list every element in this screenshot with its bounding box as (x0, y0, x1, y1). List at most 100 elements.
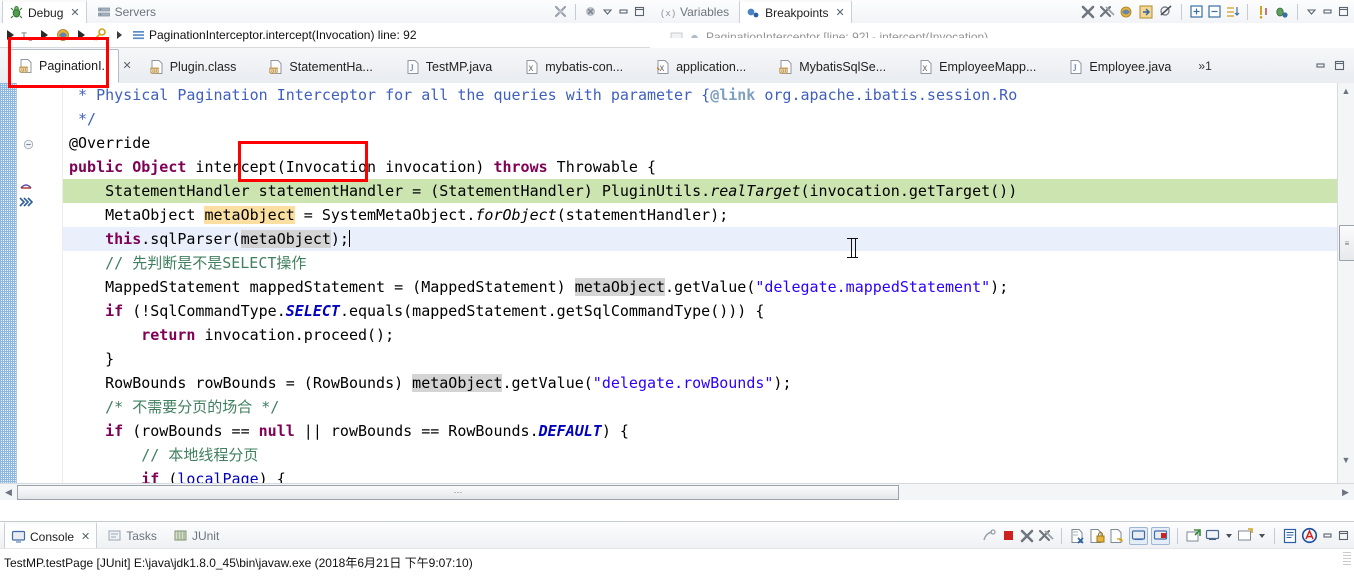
code-line[interactable]: MappedStatement mappedStatement = (Mappe… (63, 275, 1337, 299)
code-line[interactable]: * Physical Pagination Interceptor for al… (63, 83, 1337, 107)
view-tab-tasks[interactable]: Tasks (101, 523, 163, 549)
code-line[interactable]: @Override (63, 131, 1337, 155)
editor-tab-application[interactable]: X application... (646, 51, 755, 83)
console-resize-grip[interactable] (1343, 551, 1351, 565)
editor-tab-mybatissqlsession[interactable]: 010 MybatisSqlSe... (769, 51, 895, 83)
folding-collapse-icon[interactable] (23, 139, 34, 150)
editor-tab-employeemapper[interactable]: X EmployeeMapp... (909, 51, 1045, 83)
expand-all-icon[interactable] (1189, 4, 1204, 19)
code-line[interactable]: this.sqlParser(metaObject); (63, 227, 1337, 251)
view-tab-console[interactable]: Console ✕ (4, 521, 98, 550)
editor-tab-mybatis-config[interactable]: X mybatis-con... (515, 51, 632, 83)
view-tab-servers[interactable]: Servers (91, 1, 162, 23)
scroll-up-arrow-icon[interactable]: ▲ (1338, 83, 1354, 99)
pin-console-icon[interactable] (1151, 526, 1170, 545)
close-icon[interactable]: ✕ (123, 59, 132, 72)
text-caret (348, 230, 350, 247)
show-console-on-output-icon[interactable] (1129, 526, 1148, 545)
debug-stack-frame-row[interactable]: Tu PaginationInterceptor.intercept(Invoc… (0, 23, 654, 48)
scroll-left-arrow-icon[interactable]: ◀ (0, 485, 17, 500)
open-console-icon[interactable] (1185, 528, 1202, 544)
ansi-console-icon[interactable] (1301, 527, 1318, 544)
editor-gutter[interactable] (17, 83, 63, 484)
maximize-icon[interactable] (1337, 5, 1350, 18)
mouse-ibeam-cursor-bottom (847, 257, 858, 258)
close-icon[interactable]: ✕ (81, 530, 90, 543)
editor-tab-paginationinterceptor[interactable]: 010 PaginationI.. (8, 49, 119, 83)
minimize-icon[interactable] (1314, 59, 1327, 72)
add-java-exception-icon[interactable] (1255, 4, 1270, 20)
java-file-icon: J (1068, 59, 1084, 75)
console-output[interactable]: TestMP.testPage [JUnit] E:\java\jdk1.8.0… (0, 548, 1354, 581)
view-tab-breakpoints[interactable]: Breakpoints ✕ (739, 0, 852, 24)
view-tab-junit[interactable]: JUnit (167, 523, 225, 549)
code-line[interactable]: StatementHandler statementHandler = (Sta… (63, 179, 1337, 203)
toolbar-separator (1181, 3, 1182, 20)
editor-horizontal-scrollbar[interactable]: ◀ ⋯ ▶ (0, 483, 1354, 500)
close-icon[interactable]: ✕ (70, 6, 79, 19)
maximize-icon[interactable] (1337, 529, 1350, 542)
annotation-overview-ruler[interactable] (0, 83, 17, 484)
show-source-icon[interactable] (1282, 528, 1298, 544)
svg-text:J: J (410, 63, 414, 73)
editor-tab-overflow-chevron[interactable]: »1 (1192, 59, 1217, 73)
minimize-icon[interactable] (1321, 5, 1334, 18)
disconnect-icon[interactable] (553, 4, 568, 19)
expand-arrow-icon[interactable] (114, 27, 125, 43)
mouse-ibeam-cursor-top (847, 238, 858, 239)
code-text-area[interactable]: * Physical Pagination Interceptor for al… (63, 83, 1337, 484)
display-selected-console-menu-icon[interactable] (1224, 529, 1234, 542)
editor-horizontal-scroll-thumb[interactable]: ⋯ (17, 484, 899, 500)
scroll-right-arrow-icon[interactable]: ▶ (1337, 485, 1354, 500)
word-wrap-icon[interactable] (1109, 528, 1126, 544)
editor-vertical-scroll-thumb[interactable]: ≡ (1339, 225, 1354, 261)
working-set-icon[interactable] (1273, 4, 1290, 20)
code-line[interactable]: return invocation.proceed(); (63, 323, 1337, 347)
close-icon[interactable]: ✕ (836, 6, 845, 19)
clear-console-icon[interactable] (1069, 528, 1086, 544)
java-file-icon: J (405, 59, 421, 75)
view-tab-variables[interactable]: (x)= Variables (654, 1, 735, 23)
code-line[interactable]: */ (63, 107, 1337, 131)
editor-vertical-scrollbar[interactable]: ▲ ≡ ▼ (1337, 83, 1354, 484)
scroll-lock-icon[interactable] (1089, 528, 1106, 544)
minimize-icon[interactable] (1321, 529, 1334, 542)
code-line[interactable]: public Object intercept(Invocation invoc… (63, 155, 1337, 179)
code-line[interactable]: if (!SqlCommandType.SELECT.equals(mapped… (63, 299, 1337, 323)
code-line[interactable]: // 本地线程分页 (63, 443, 1337, 467)
new-console-view-icon[interactable] (1237, 528, 1254, 543)
code-line[interactable]: RowBounds rowBounds = (RowBounds) metaOb… (63, 371, 1337, 395)
editor-tab-testmp-java[interactable]: J TestMP.java (396, 51, 501, 83)
remove-breakpoint-icon[interactable] (1080, 4, 1096, 20)
code-line[interactable]: if (localPage) { (63, 467, 1337, 484)
view-tab-debug[interactable]: Debug ✕ (2, 0, 87, 24)
code-line[interactable]: } (63, 347, 1337, 371)
code-line[interactable]: // 先判断是不是SELECT操作 (63, 251, 1337, 275)
collapse-all-icon[interactable] (1207, 4, 1222, 19)
code-line[interactable]: if (rowBounds == null || rowBounds == Ro… (63, 419, 1337, 443)
code-editor[interactable]: * Physical Pagination Interceptor for al… (0, 83, 1354, 500)
editor-tab-plugin-class[interactable]: 010 Plugin.class (140, 51, 246, 83)
code-line[interactable]: /* 不需要分页的场合 */ (63, 395, 1337, 419)
remove-all-breakpoints-icon[interactable] (1099, 4, 1115, 20)
scroll-down-arrow-icon[interactable]: ▼ (1338, 452, 1354, 468)
code-line[interactable]: MetaObject metaObject = SystemMetaObject… (63, 203, 1337, 227)
editor-tab-statementhandler[interactable]: 010 StatementHa... (259, 51, 381, 83)
sort-icon[interactable] (1225, 4, 1240, 19)
editor-tab-employee-java[interactable]: J Employee.java (1059, 51, 1180, 83)
remove-all-terminated-icon[interactable] (583, 4, 598, 19)
terminate-icon[interactable] (1001, 528, 1016, 543)
terminate-all-icon[interactable] (981, 528, 998, 544)
link-to-debug-view-icon[interactable] (1118, 4, 1135, 20)
minimize-icon[interactable] (617, 5, 630, 18)
maximize-icon[interactable] (633, 5, 646, 18)
maximize-icon[interactable] (1333, 59, 1346, 72)
remove-all-launches-icon[interactable] (1038, 528, 1054, 544)
go-to-file-icon[interactable] (1138, 4, 1155, 20)
remove-launch-icon[interactable] (1019, 528, 1035, 544)
skip-all-breakpoints-icon[interactable] (1158, 4, 1174, 20)
view-menu-icon[interactable] (601, 5, 614, 18)
view-menu-icon[interactable] (1305, 5, 1318, 18)
new-console-menu-icon[interactable] (1257, 529, 1267, 542)
display-selected-console-icon[interactable] (1205, 528, 1221, 543)
